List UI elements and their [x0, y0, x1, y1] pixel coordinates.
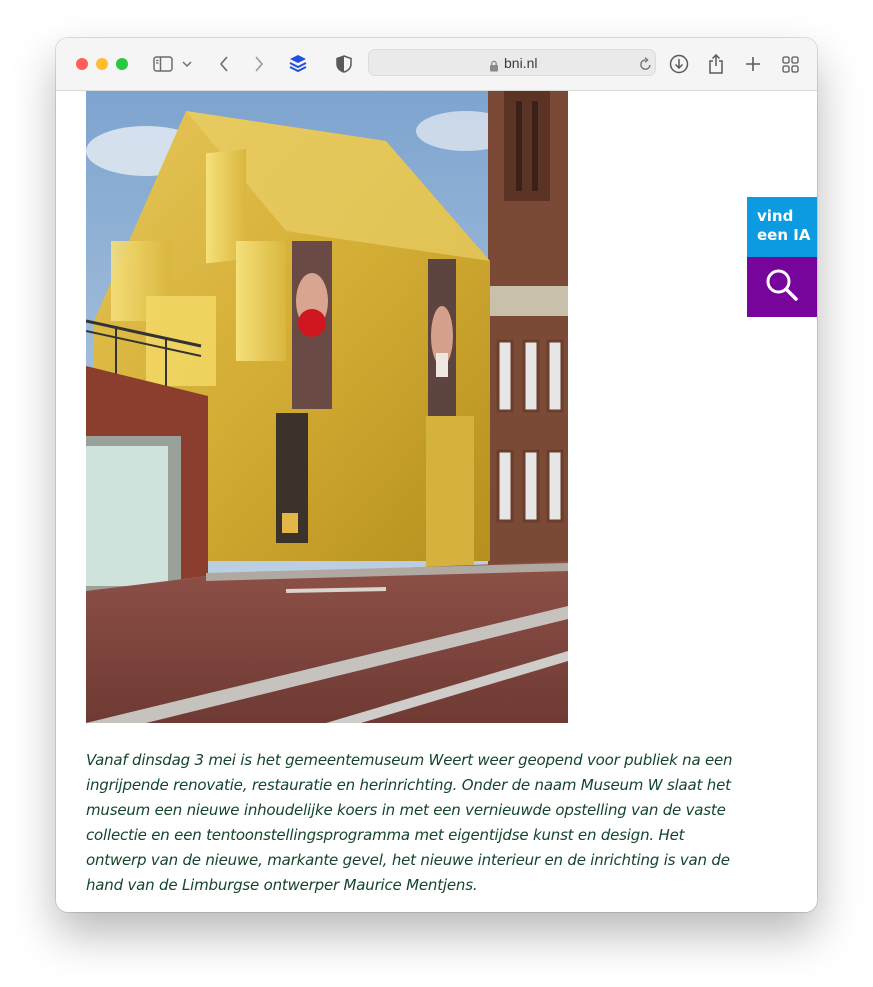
back-icon[interactable] — [212, 52, 236, 76]
share-icon[interactable] — [704, 52, 728, 76]
browser-toolbar: bni.nl — [56, 38, 817, 91]
find-ia-line2: een IA — [757, 226, 811, 244]
find-ia-line1: vind — [757, 207, 794, 225]
address-bar[interactable]: bni.nl — [368, 49, 656, 76]
search-button[interactable] — [747, 257, 817, 317]
museum-photo — [86, 91, 568, 723]
page-content: Vanaf dinsdag 3 mei is het gemeentemuseu… — [56, 91, 817, 912]
article-caption: Vanaf dinsdag 3 mei is het gemeentemuseu… — [86, 751, 733, 894]
sidebar-icon[interactable] — [151, 52, 175, 76]
find-ia-button[interactable]: vind een IA — [747, 197, 817, 257]
minimize-window-button[interactable] — [96, 58, 108, 70]
forward-icon[interactable] — [247, 52, 271, 76]
new-tab-icon[interactable] — [741, 52, 765, 76]
search-icon — [765, 268, 799, 306]
close-window-button[interactable] — [76, 58, 88, 70]
lock-icon — [489, 57, 499, 76]
url-text: bni.nl — [504, 55, 538, 71]
layers-extension-icon[interactable] — [286, 52, 310, 76]
zoom-window-button[interactable] — [116, 58, 128, 70]
chevron-down-icon[interactable] — [180, 52, 194, 76]
download-icon[interactable] — [667, 52, 691, 76]
reload-icon[interactable] — [639, 56, 652, 75]
shield-icon[interactable] — [332, 52, 356, 76]
tab-overview-icon[interactable] — [778, 52, 802, 76]
browser-window: bni.nl Vanaf dinsdag 3 mei is het gemeen… — [56, 38, 817, 912]
